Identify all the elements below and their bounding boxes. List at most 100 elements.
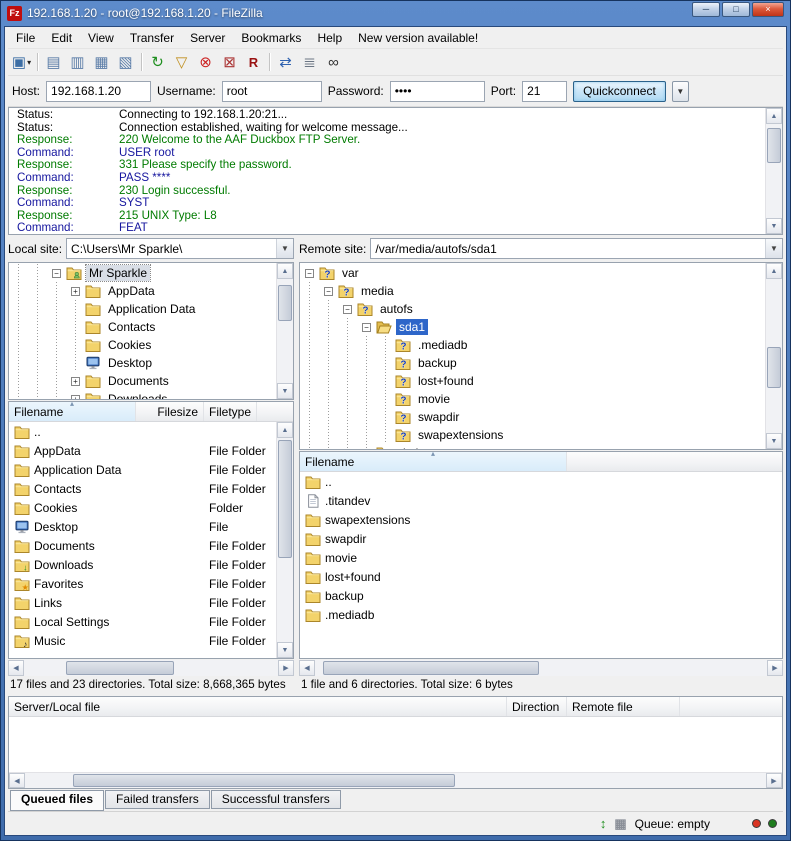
collapse-icon[interactable]: −	[52, 269, 61, 278]
scroll-thumb[interactable]	[66, 661, 174, 675]
column-header-filesize[interactable]: Filesize	[136, 402, 204, 421]
expand-icon[interactable]: +	[71, 287, 80, 296]
menu-help[interactable]: Help	[309, 27, 350, 49]
toggle-remote-tree-button[interactable]: ▦	[90, 51, 113, 74]
minimize-button[interactable]: ─	[692, 2, 720, 17]
directory-comparison-button[interactable]: ⇄	[274, 51, 297, 74]
scroll-up-icon[interactable]: ▲	[766, 263, 782, 279]
scroll-thumb[interactable]	[278, 440, 292, 558]
scroll-left-icon[interactable]: ◀	[9, 773, 25, 788]
site-manager-button[interactable]: ▣▾	[10, 51, 33, 74]
quickconnect-button[interactable]: Quickconnect	[573, 81, 666, 102]
scroll-down-icon[interactable]: ▼	[277, 383, 293, 399]
local-file-row-music[interactable]: ♪MusicFile Folder	[9, 631, 276, 650]
menu-server[interactable]: Server	[182, 27, 233, 49]
local-file-row-local-settings[interactable]: Local SettingsFile Folder	[9, 612, 276, 631]
scroll-up-icon[interactable]: ▲	[277, 263, 293, 279]
local-file-row-links[interactable]: LinksFile Folder	[9, 593, 276, 612]
local-file-row-[interactable]: ..	[9, 422, 276, 441]
local-file-row-downloads[interactable]: ↓DownloadsFile Folder	[9, 555, 276, 574]
password-input[interactable]	[390, 81, 485, 102]
remote-file-row-movie[interactable]: movie	[300, 548, 782, 567]
username-input[interactable]	[222, 81, 322, 102]
speed-limits-icon[interactable]: ↕	[600, 817, 607, 830]
filter-button[interactable]: ▽	[170, 51, 193, 74]
collapse-icon[interactable]: −	[343, 305, 352, 314]
remote-tree-item-backup[interactable]: ?backup	[300, 354, 765, 372]
scroll-right-icon[interactable]: ▶	[278, 660, 294, 676]
remote-tree-item-media[interactable]: −?media	[300, 282, 765, 300]
menu-view[interactable]: View	[80, 27, 122, 49]
port-input[interactable]	[522, 81, 567, 102]
remote-file-row-mediadb[interactable]: .mediadb	[300, 605, 782, 624]
local-file-row-favorites[interactable]: ★FavoritesFile Folder	[9, 574, 276, 593]
remote-file-row-titandev[interactable]: .titandev	[300, 491, 782, 510]
quickconnect-dropdown-button[interactable]: ▼	[672, 81, 689, 102]
remote-tree-item-lost-found[interactable]: ?lost+found	[300, 372, 765, 390]
toggle-queue-view-button[interactable]: ▧	[114, 51, 137, 74]
remote-file-row-swapextensions[interactable]: swapextensions	[300, 510, 782, 529]
maximize-button[interactable]: □	[722, 2, 750, 17]
toggle-local-tree-button[interactable]: ▥	[66, 51, 89, 74]
local-file-row-application-data[interactable]: Application DataFile Folder	[9, 460, 276, 479]
collapse-icon[interactable]: −	[324, 287, 333, 296]
collapse-icon[interactable]: −	[362, 323, 371, 332]
reconnect-button[interactable]: R	[242, 51, 265, 74]
cancel-button[interactable]: ⊗	[194, 51, 217, 74]
tab-successful-transfers[interactable]: Successful transfers	[211, 790, 341, 809]
local-tree-item-downloads[interactable]: +Downloads	[9, 390, 276, 399]
disconnect-button[interactable]: ⊠	[218, 51, 241, 74]
remote-tree-item-var[interactable]: −?var	[300, 264, 765, 282]
local-tree-item-desktop[interactable]: Desktop	[9, 354, 276, 372]
remote-tree-item-dvd[interactable]: ?dvd	[300, 444, 765, 449]
host-input[interactable]	[46, 81, 151, 102]
scroll-down-icon[interactable]: ▼	[277, 642, 293, 658]
menu-edit[interactable]: Edit	[43, 27, 80, 49]
titlebar[interactable]: Fz 192.168.1.20 - root@192.168.1.20 - Fi…	[4, 0, 787, 26]
scroll-up-icon[interactable]: ▲	[277, 422, 293, 438]
expand-icon[interactable]: +	[71, 395, 80, 400]
menu-file[interactable]: File	[8, 27, 43, 49]
synchronized-browsing-button[interactable]: ≣	[298, 51, 321, 74]
remote-tree-item-mediadb[interactable]: ?.mediadb	[300, 336, 765, 354]
local-tree-item-contacts[interactable]: Contacts	[9, 318, 276, 336]
scroll-left-icon[interactable]: ◀	[8, 660, 24, 676]
toggle-message-log-button[interactable]: ▤	[42, 51, 65, 74]
collapse-icon[interactable]: −	[305, 269, 314, 278]
scroll-up-icon[interactable]: ▲	[766, 108, 782, 124]
local-tree-item-cookies[interactable]: Cookies	[9, 336, 276, 354]
local-tree-item-application-data[interactable]: Application Data	[9, 300, 276, 318]
close-button[interactable]: ×	[752, 2, 784, 17]
remote-file-row-swapdir[interactable]: swapdir	[300, 529, 782, 548]
local-file-row-documents[interactable]: DocumentsFile Folder	[9, 536, 276, 555]
remote-tree-item-swapextensions[interactable]: ?swapextensions	[300, 426, 765, 444]
local-file-row-appdata[interactable]: AppDataFile Folder	[9, 441, 276, 460]
local-file-row-contacts[interactable]: ContactsFile Folder	[9, 479, 276, 498]
scroll-thumb[interactable]	[323, 661, 539, 675]
scroll-thumb[interactable]	[73, 774, 455, 787]
remote-tree-item-swapdir[interactable]: ?swapdir	[300, 408, 765, 426]
remote-file-row-[interactable]: ..	[300, 472, 782, 491]
local-file-row-cookies[interactable]: CookiesFolder	[9, 498, 276, 517]
scroll-right-icon[interactable]: ▶	[767, 660, 783, 676]
scroll-right-icon[interactable]: ▶	[766, 773, 782, 788]
scroll-thumb[interactable]	[767, 347, 781, 389]
remote-file-row-lost-found[interactable]: lost+found	[300, 567, 782, 586]
remote-tree-item-sda1[interactable]: −sda1	[300, 318, 765, 336]
combo-dropdown-icon[interactable]: ▼	[276, 239, 293, 258]
menu-transfer[interactable]: Transfer	[122, 27, 182, 49]
scroll-thumb[interactable]	[278, 285, 292, 320]
menu-bookmarks[interactable]: Bookmarks	[233, 27, 309, 49]
tab-failed-transfers[interactable]: Failed transfers	[105, 790, 210, 809]
tab-queued-files[interactable]: Queued files	[10, 790, 104, 811]
scroll-down-icon[interactable]: ▼	[766, 218, 782, 234]
refresh-button[interactable]: ↻	[146, 51, 169, 74]
column-header-remote-file[interactable]: Remote file	[567, 697, 680, 716]
combo-dropdown-icon[interactable]: ▼	[765, 239, 782, 258]
scroll-thumb[interactable]	[767, 128, 781, 164]
remote-tree-item-movie[interactable]: ?movie	[300, 390, 765, 408]
remote-file-row-backup[interactable]: backup	[300, 586, 782, 605]
scroll-left-icon[interactable]: ◀	[299, 660, 315, 676]
local-tree-item-appdata[interactable]: +AppData	[9, 282, 276, 300]
find-files-button[interactable]: ∞	[322, 51, 345, 74]
